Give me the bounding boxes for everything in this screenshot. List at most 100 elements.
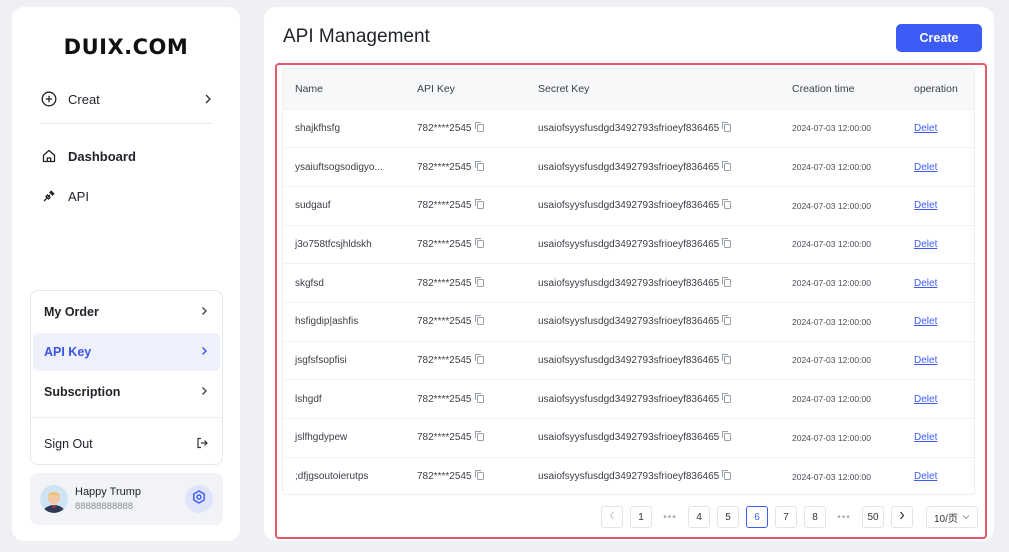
copy-icon[interactable]: [474, 392, 484, 403]
cell-creation-time: 2024-07-03 12:00:00: [780, 456, 902, 494]
cell-name: j3o758tfcsjhldskh: [283, 224, 405, 264]
prev-page-button[interactable]: [601, 506, 623, 528]
cell-name: ;dfjgsoutoierutps: [283, 456, 405, 494]
cell-name: jslfhgdypew: [283, 418, 405, 458]
page-button[interactable]: 7: [775, 506, 797, 528]
menu-item-subscription[interactable]: Subscription: [33, 373, 220, 411]
cell-name: skgfsd: [283, 263, 405, 303]
delete-link[interactable]: Delet: [914, 394, 937, 405]
delete-link[interactable]: Delet: [914, 200, 937, 211]
delete-link[interactable]: Delet: [914, 123, 937, 134]
creat-button[interactable]: Creat: [40, 87, 212, 111]
copy-icon[interactable]: [722, 276, 732, 287]
secret-key-value: usaiofsyysfusdgd3492793sfrioeyf836465: [538, 316, 720, 328]
copy-icon[interactable]: [474, 315, 484, 326]
main-panel: API Management Create Name API Key Secre…: [264, 7, 994, 541]
table-row: sudgauf 782****2545 usaiofsyysfusdgd349279…: [283, 185, 974, 226]
menu-item-api-key[interactable]: API Key: [33, 333, 220, 371]
secret-key-value: usaiofsyysfusdgd3492793sfrioeyf836465: [538, 238, 720, 250]
api-key-value: 782****2545: [417, 354, 472, 366]
copy-icon[interactable]: [474, 199, 484, 210]
cell-api-key: 782****2545: [405, 301, 526, 342]
page-button[interactable]: 8: [804, 506, 826, 528]
copy-icon[interactable]: [722, 353, 732, 364]
delete-link[interactable]: Delet: [914, 162, 937, 173]
cell-name: sudgauf: [283, 185, 405, 226]
cell-name: jsgfsfsopfisi: [283, 340, 405, 380]
sidebar-item-label: Dashboard: [68, 148, 136, 164]
user-phone: 88888888888: [75, 501, 134, 512]
chevron-right-icon: [201, 385, 208, 399]
sign-out-button[interactable]: Sign Out: [33, 425, 220, 463]
menu-item-my-order[interactable]: My Order: [33, 293, 220, 331]
page-size-value: 10/页: [934, 513, 958, 525]
table-row: ;dfjgsoutoierutps 782****2545 usaiofsyysfu…: [283, 456, 974, 494]
api-key-value: 782****2545: [417, 200, 472, 212]
delete-link[interactable]: Delet: [914, 355, 937, 366]
cell-creation-time: 2024-07-03 12:00:00: [780, 185, 902, 226]
copy-icon[interactable]: [722, 392, 732, 403]
secret-key-value: usaiofsyysfusdgd3492793sfrioeyf836465: [538, 277, 720, 289]
copy-icon[interactable]: [722, 237, 732, 248]
cell-name: shajkfhsfg: [283, 108, 405, 148]
delete-link[interactable]: Delet: [914, 278, 937, 289]
copy-icon[interactable]: [474, 470, 484, 481]
secret-key-value: usaiofsyysfusdgd3492793sfrioeyf836465: [538, 354, 720, 366]
next-page-button[interactable]: [891, 506, 913, 528]
api-key-value: 782****2545: [417, 122, 472, 134]
page-ellipsis[interactable]: •••: [659, 506, 681, 528]
copy-icon[interactable]: [474, 353, 484, 364]
logo[interactable]: DUIX.COM: [12, 35, 240, 59]
chevron-right-icon: [201, 305, 208, 319]
page-size-select[interactable]: 10/页: [926, 506, 978, 528]
cell-creation-time: 2024-07-03 12:00:00: [780, 263, 902, 303]
menu-divider: [31, 417, 222, 418]
sidebar-item-dashboard[interactable]: Dashboard: [40, 144, 212, 168]
cell-api-key: 782****2545: [405, 456, 526, 494]
copy-icon[interactable]: [474, 276, 484, 287]
copy-icon[interactable]: [722, 121, 732, 132]
api-key-value: 782****2545: [417, 393, 472, 405]
delete-link[interactable]: Delet: [914, 316, 937, 327]
settings-button[interactable]: [185, 485, 213, 513]
table-row: jslfhgdypew 782****2545 usaiofsyysfusdgd34…: [283, 418, 974, 458]
cell-name: lshgdf: [283, 379, 405, 419]
cell-operation: Delet: [902, 185, 974, 226]
cell-secret-key: usaiofsyysfusdgd3492793sfrioeyf836465: [526, 456, 780, 494]
page-ellipsis[interactable]: •••: [833, 506, 855, 528]
user-name: Happy Trump: [75, 486, 142, 498]
cell-operation: Delet: [902, 456, 974, 494]
delete-link[interactable]: Delet: [914, 239, 937, 250]
create-button[interactable]: Create: [896, 24, 982, 52]
sidebar-item-api[interactable]: API: [40, 184, 212, 208]
copy-icon[interactable]: [722, 199, 732, 210]
chevron-right-icon: [201, 345, 208, 359]
copy-icon[interactable]: [722, 160, 732, 171]
page-button-current[interactable]: 6: [746, 506, 768, 528]
page-button[interactable]: 4: [688, 506, 710, 528]
delete-link[interactable]: Delet: [914, 471, 937, 482]
cell-creation-time: 2024-07-03 12:00:00: [780, 301, 902, 342]
cell-secret-key: usaiofsyysfusdgd3492793sfrioeyf836465: [526, 340, 780, 380]
copy-icon[interactable]: [474, 431, 484, 442]
copy-icon[interactable]: [474, 121, 484, 132]
cell-api-key: 782****2545: [405, 185, 526, 226]
cell-api-key: 782****2545: [405, 418, 526, 458]
user-card: Happy Trump 88888888888: [30, 473, 223, 525]
copy-icon[interactable]: [474, 237, 484, 248]
page-button[interactable]: 5: [717, 506, 739, 528]
copy-icon[interactable]: [722, 315, 732, 326]
table-row: j3o758tfcsjhldskh 782****2545 usaiofsyysfu…: [283, 224, 974, 264]
copy-icon[interactable]: [722, 431, 732, 442]
table-row: skgfsd 782****2545 usaiofsyysfusdgd3492793…: [283, 263, 974, 303]
cell-creation-time: 2024-07-03 12:00:00: [780, 224, 902, 264]
api-key-value: 782****2545: [417, 238, 472, 250]
copy-icon[interactable]: [722, 470, 732, 481]
page-button[interactable]: 50: [862, 506, 884, 528]
chevron-left-icon: [609, 511, 615, 523]
copy-icon[interactable]: [474, 160, 484, 171]
cell-secret-key: usaiofsyysfusdgd3492793sfrioeyf836465: [526, 379, 780, 419]
page-button[interactable]: 1: [630, 506, 652, 528]
delete-link[interactable]: Delet: [914, 432, 937, 443]
avatar[interactable]: [40, 485, 68, 513]
